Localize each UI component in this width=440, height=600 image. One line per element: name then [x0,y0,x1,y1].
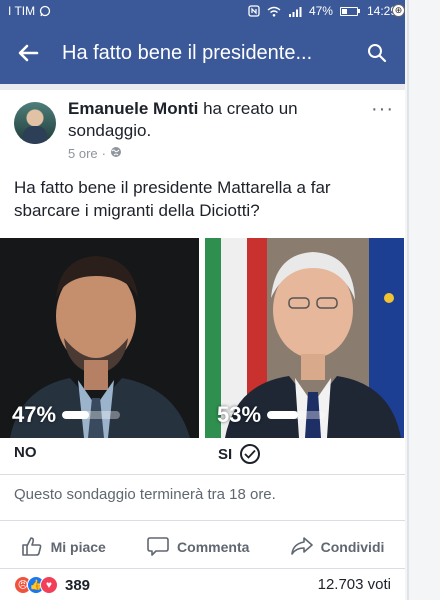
battery-percent: 47% [308,4,333,18]
reactions-count: 389 [65,576,91,594]
side-margin [405,0,440,600]
option-text-si: SI [218,445,233,463]
poll: 47% 53% [0,238,405,438]
action-bar: Mi piace Commenta Condividi [0,530,405,564]
share-button[interactable]: Condividi [290,536,385,559]
whatsapp-icon [39,5,51,17]
progress-bar-no [62,411,121,419]
comment-button[interactable]: Commenta [147,536,249,559]
poll-result-no: 47% [12,402,121,428]
more-options-icon[interactable]: ··· [371,98,394,121]
poll-option-labels: NO SI [0,442,405,468]
share-icon [290,536,313,559]
overlay-icon: ⊕ [392,4,405,17]
author-name[interactable]: Emanuele Monti [68,99,198,118]
comment-icon [147,536,169,559]
post-headline: Emanuele Monti ha creato un sondaggio. [68,98,358,142]
globe-icon [110,146,122,161]
poll-option-no[interactable]: 47% [0,238,199,438]
signal-icon [288,6,302,17]
nfc-icon [248,5,260,17]
percent-no: 47% [12,402,57,427]
post-header: Emanuele Monti ha creato un sondaggio. 5… [14,98,394,162]
post-time[interactable]: 5 ore [68,146,98,161]
divider [0,474,405,475]
comment-label: Commenta [177,539,250,555]
like-button[interactable]: Mi piace [21,536,106,559]
share-label: Condividi [320,539,385,555]
search-icon[interactable] [363,39,391,67]
divider [0,568,405,569]
option-label-no[interactable]: NO [14,444,37,461]
thumbs-up-icon [21,536,43,559]
poll-result-si: 53% [217,402,326,428]
reactions-summary[interactable]: 😠 👍 ♥ 389 [14,576,90,594]
app-bar: Ha fatto bene il presidente... [0,22,405,84]
post-card: Emanuele Monti ha creato un sondaggio. 5… [0,90,405,600]
option-label-si[interactable]: SI [218,444,261,464]
poll-option-si[interactable]: 53% [205,238,404,438]
divider [0,520,405,521]
avatar[interactable] [14,102,56,144]
poll-question: Ha fatto bene il presidente Mattarella a… [14,178,331,220]
option-text-no: NO [14,444,37,461]
like-label: Mi piace [50,539,106,555]
battery-icon [339,6,360,16]
progress-bar-si [267,411,326,419]
checkmark-icon [240,444,261,464]
post-meta: 5 ore · [68,146,122,161]
status-bar: I TIM 47% 14:29 [0,0,405,22]
separator-dot: · [101,146,106,161]
back-arrow-icon[interactable] [14,39,42,67]
post-footer: 😠 👍 ♥ 389 12.703 voti [0,574,405,600]
carrier-label: I TIM [8,4,36,18]
percent-si: 53% [217,402,262,427]
poll-end-notice: Questo sondaggio terminerà tra 18 ore. [14,486,276,503]
wifi-icon [267,6,281,17]
love-reaction-icon: ♥ [40,576,58,594]
page-title: Ha fatto bene il presidente... [62,41,313,64]
votes-count[interactable]: 12.703 voti [318,576,391,593]
